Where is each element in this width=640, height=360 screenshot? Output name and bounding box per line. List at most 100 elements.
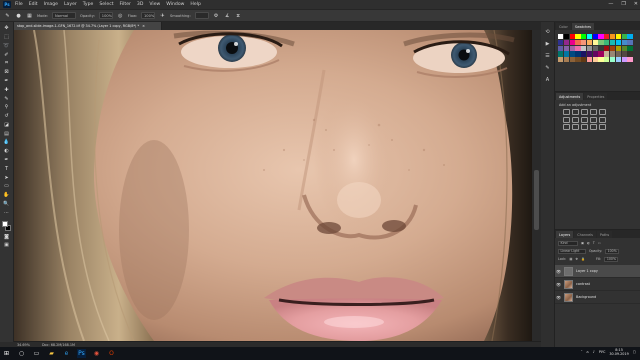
swatch-cell[interactable] [604,57,610,63]
menu-image[interactable]: Image [44,2,58,7]
pen-tool-icon[interactable]: ✒ [3,158,11,164]
swatch-cell[interactable] [569,45,575,51]
edge-browser-icon[interactable]: e [62,349,71,358]
menu-view[interactable]: View [149,2,160,7]
filter-pixel-icon[interactable]: ▣ [581,241,584,245]
swatch-cell[interactable] [575,45,581,51]
rectangle-tool-icon[interactable]: ▭ [3,184,11,190]
swatch-cell[interactable] [604,51,610,57]
eraser-tool-icon[interactable]: ◪ [3,123,11,129]
photo-filter-icon[interactable] [590,116,597,123]
tab-properties[interactable]: Properties [584,93,608,100]
layer-fill-field[interactable]: 100% [604,256,619,262]
swatch-cell[interactable] [586,51,593,57]
swatch-cell[interactable] [627,34,633,40]
swatch-cell[interactable] [615,51,621,57]
actions-panel-icon[interactable]: ▶ [544,40,552,47]
document-tab[interactable]: stop_and-slide-image-1-GFN_1672.tif @ 34… [14,22,162,30]
swatch-cell[interactable] [558,34,564,40]
blur-tool-icon[interactable]: 💧 [3,140,11,146]
visibility-eye-icon[interactable]: 👁 [555,269,562,274]
tab-channels[interactable]: Channels [574,231,596,238]
menu-help[interactable]: Help [190,2,200,7]
swatch-cell[interactable] [604,34,610,40]
swatch-cell[interactable] [610,45,616,51]
swatch-cell[interactable] [610,57,616,63]
swatch-cell[interactable] [586,45,593,51]
character-panel-icon[interactable]: A [544,76,552,83]
swatch-cell[interactable] [581,34,587,40]
marquee-tool-icon[interactable]: ⬚ [3,35,11,41]
swatch-cell[interactable] [621,57,627,63]
swatch-cell[interactable] [621,45,627,51]
color-balance-icon[interactable] [572,116,579,123]
tab-layers[interactable]: Layers [556,231,574,238]
move-tool-icon[interactable]: ✥ [3,26,11,32]
swatch-cell[interactable] [598,57,604,63]
photoshop-taskbar-icon[interactable]: Ps [77,349,86,358]
tab-adjustments[interactable]: Adjustments [556,93,584,100]
selective-color-icon[interactable] [599,124,606,131]
screen-mode-icon[interactable]: ▣ [3,243,11,249]
swatch-cell[interactable] [610,39,616,45]
swatch-cell[interactable] [569,34,575,40]
black-white-icon[interactable] [581,116,588,123]
menu-file[interactable]: File [15,2,23,7]
smoothing-gear-icon[interactable]: ⚙ [213,12,220,19]
hue-saturation-icon[interactable] [563,116,570,123]
swatch-cell[interactable] [581,57,587,63]
swatch-cell[interactable] [615,34,621,40]
foreground-color-swatch[interactable] [1,221,8,228]
brush-settings-icon[interactable]: ▦ [26,12,33,19]
document-tab-close-icon[interactable]: × [142,24,145,28]
crop-tool-icon[interactable]: ⌗ [3,61,11,67]
language-indicator[interactable]: РУС [599,350,605,354]
menu-window[interactable]: Window [166,2,184,7]
swatch-cell[interactable] [592,51,598,57]
swatch-cell[interactable] [598,39,604,45]
notification-chevron-icon[interactable]: ˄ [581,350,583,354]
curves-icon[interactable] [581,109,588,115]
swatch-cell[interactable] [621,51,627,57]
gradient-map-icon[interactable] [590,124,597,131]
history-brush-tool-icon[interactable]: ↺ [3,114,11,120]
swatch-cell[interactable] [558,51,564,57]
channel-mixer-icon[interactable] [599,116,606,123]
more-tools-icon[interactable]: ⋯ [3,210,11,216]
zoom-tool-icon[interactable]: 🔍 [3,202,11,208]
smoothing-field[interactable] [194,12,209,19]
swatch-cell[interactable] [563,51,569,57]
swatch-cell[interactable] [563,39,569,45]
swatch-cell[interactable] [558,45,564,51]
menu-filter[interactable]: Filter [120,2,131,7]
swatch-cell[interactable] [575,57,581,63]
tab-paths[interactable]: Paths [596,231,613,238]
scrollbar-thumb[interactable] [534,170,539,230]
type-tool-icon[interactable]: T [3,166,11,173]
lock-position-icon[interactable]: ✥ [575,257,578,261]
clock[interactable]: 8:15 30.09.2019 [609,348,628,356]
swatch-cell[interactable] [598,51,604,57]
swatch-cell[interactable] [558,39,564,45]
brush-panel-icon[interactable]: ✎ [544,64,552,71]
network-icon[interactable]: ⌂ [587,350,589,354]
swatch-cell[interactable] [592,39,598,45]
maximize-button[interactable]: ❐ [621,1,625,7]
swatch-cell[interactable] [627,51,633,57]
airbrush-icon[interactable]: ✈ [159,12,166,19]
swatch-cell[interactable] [592,45,598,51]
lock-all-icon[interactable]: 🔒 [581,257,585,261]
chrome-icon[interactable]: ◉ [92,349,101,358]
pressure-opacity-icon[interactable]: ◎ [117,12,124,19]
swatch-cell[interactable] [615,57,621,63]
swatch-cell[interactable] [586,39,593,45]
color-swatches[interactable] [1,221,12,231]
swatch-cell[interactable] [575,34,581,40]
opera-icon[interactable]: O [107,349,116,358]
swatch-cell[interactable] [569,39,575,45]
swatch-cell[interactable] [592,34,598,40]
swatch-cell[interactable] [610,34,616,40]
search-icon[interactable]: ○ [17,349,26,358]
path-select-tool-icon[interactable]: ➤ [3,175,11,181]
swatch-cell[interactable] [586,34,593,40]
